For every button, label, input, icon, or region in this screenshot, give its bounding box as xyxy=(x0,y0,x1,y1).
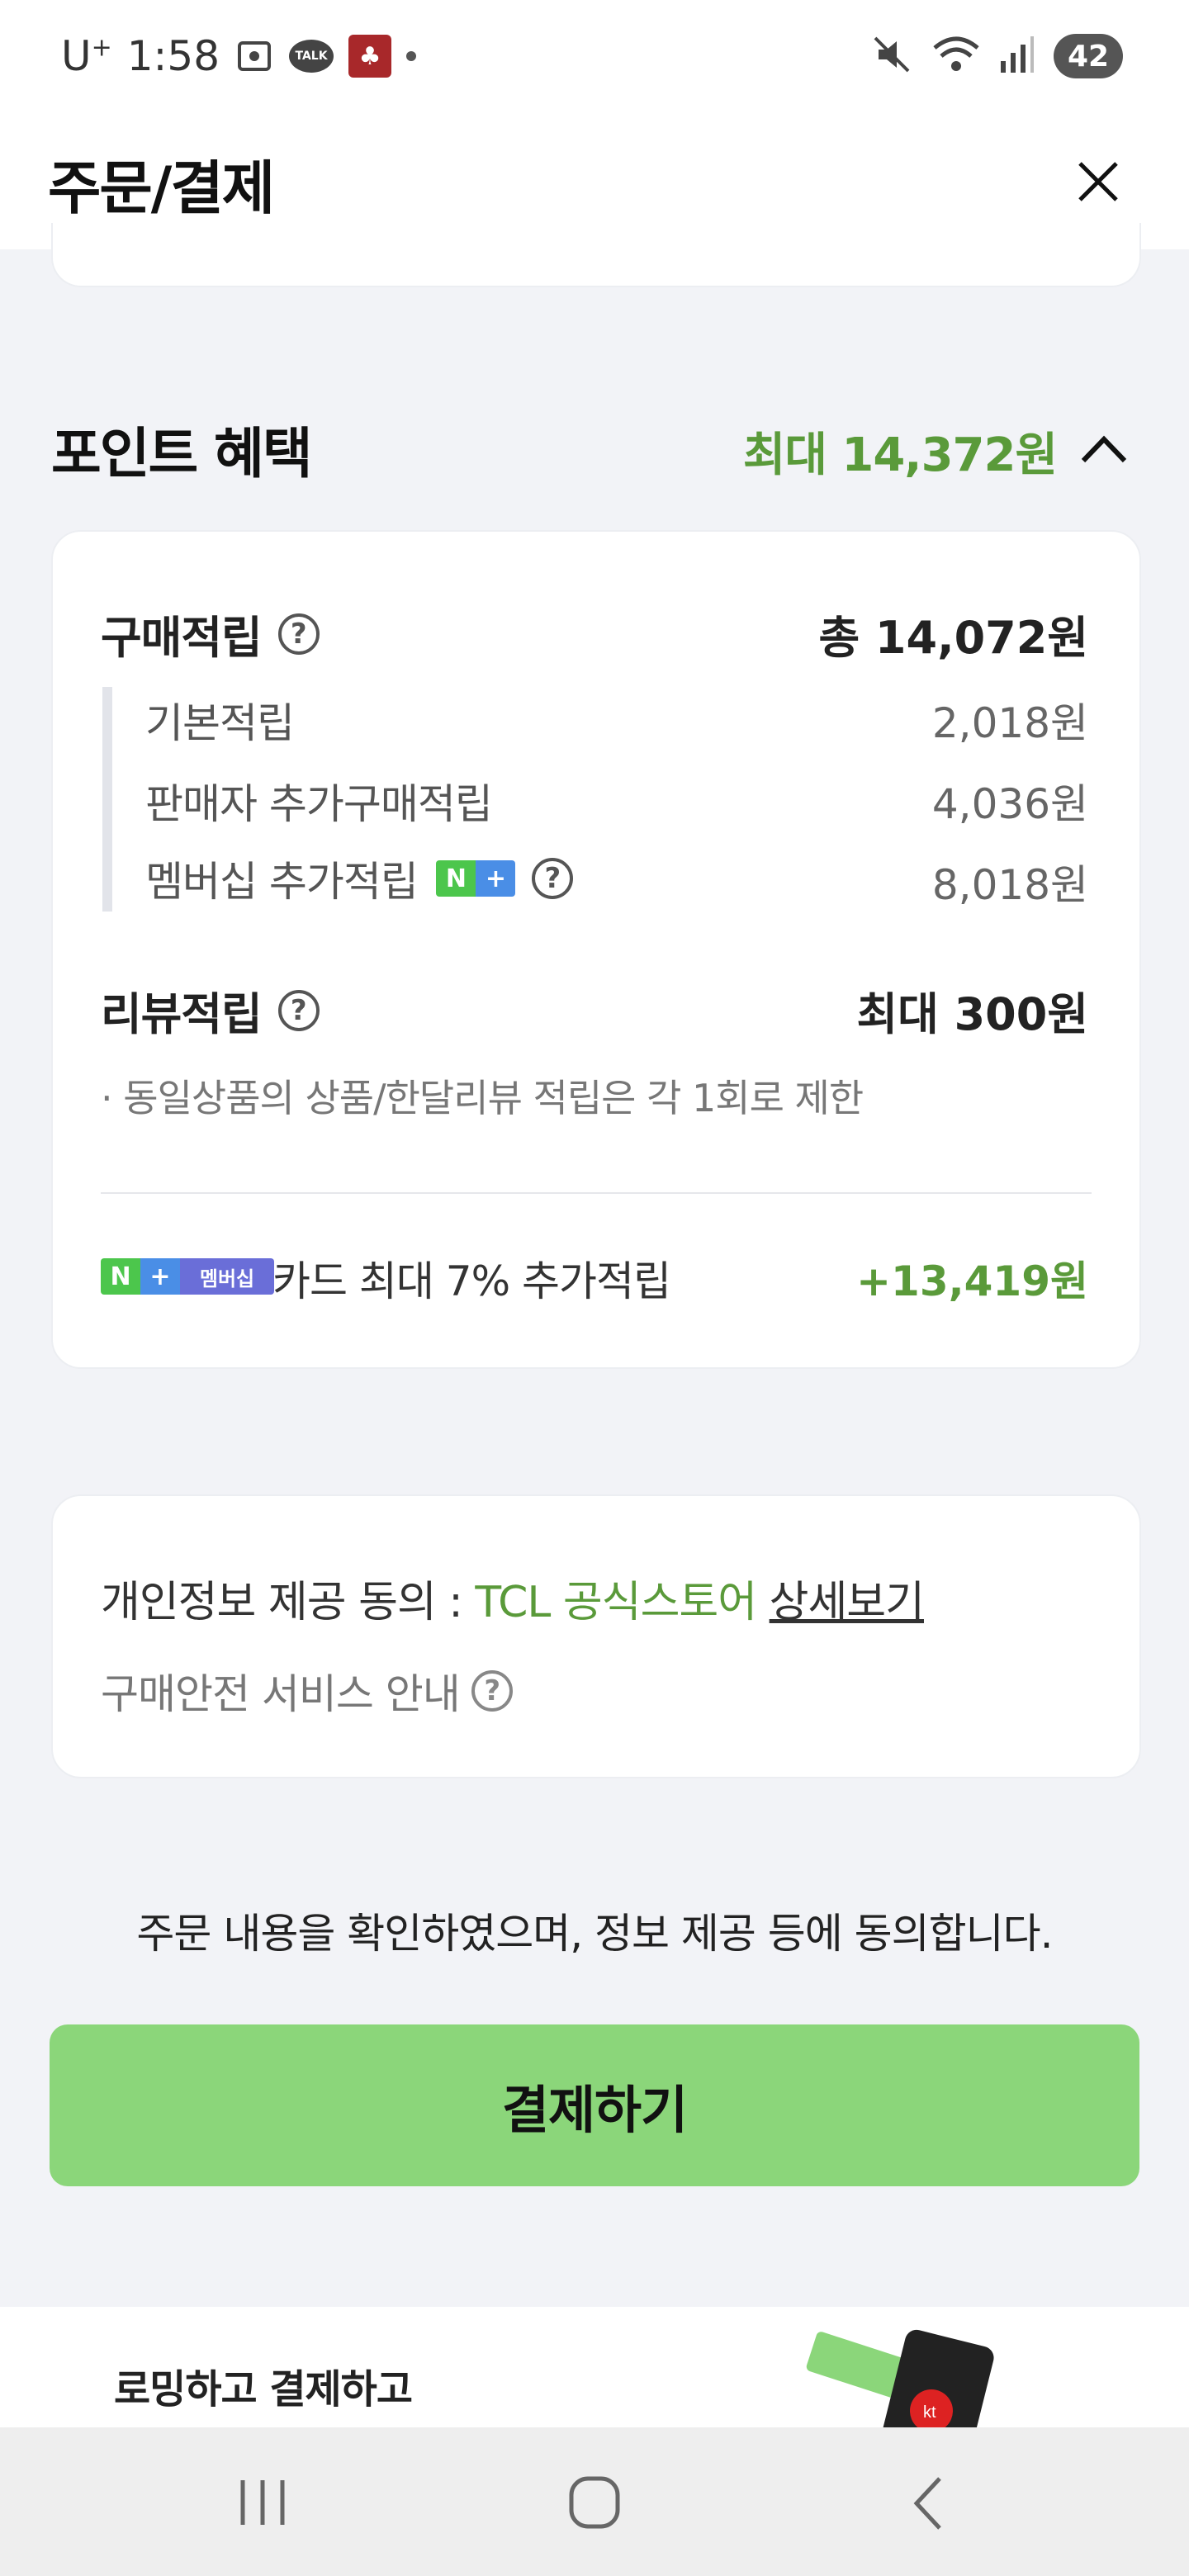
status-bar: U+ 1:58 TALK ♣ 42 xyxy=(0,0,1189,112)
wifi-icon xyxy=(931,33,981,79)
collapse-points-button[interactable] xyxy=(1075,428,1133,469)
signal-icon xyxy=(999,33,1035,79)
page-title: 주문/결제 xyxy=(48,154,275,222)
membership-help-icon[interactable]: ? xyxy=(531,858,573,899)
nplus-membership-badge-box: N + 멤버십 xyxy=(101,1258,274,1295)
home-icon xyxy=(569,2476,620,2529)
badge-plus: + xyxy=(140,1258,180,1295)
card-bonus-value: +13,419원 xyxy=(856,1257,1088,1305)
membership-points-label: 멤버십 추가적립 xyxy=(145,858,419,906)
review-help-icon[interactable]: ? xyxy=(277,989,320,1031)
privacy-detail-link[interactable]: 상세보기 xyxy=(770,1578,925,1627)
recent-apps-button[interactable] xyxy=(221,2470,304,2536)
kakaotalk-icon: TALK xyxy=(289,40,334,73)
status-right: 42 xyxy=(870,30,1123,83)
n-badge-letter: N xyxy=(435,860,476,897)
review-points-label: 리뷰적립 xyxy=(101,988,263,1040)
privacy-prefix: 개인정보 제공 동의 : xyxy=(101,1578,476,1627)
promo-banner[interactable]: 로밍하고 결제하고 kt xyxy=(0,2307,1189,2427)
safe-service-help-icon[interactable]: ? xyxy=(471,1670,513,1712)
recent-apps-icon xyxy=(240,2480,285,2525)
divider xyxy=(101,1192,1092,1194)
badge-member: 멤버십 xyxy=(180,1258,274,1295)
purchase-points-row: 구매적립 ? xyxy=(101,601,320,666)
screenshot-icon xyxy=(234,36,274,76)
phone-card-illustration-icon: kt xyxy=(806,2329,994,2427)
plus-badge-letter: + xyxy=(475,860,515,897)
badge-n: N xyxy=(101,1258,140,1295)
points-card: 구매적립 ? 총 14,072원 기본적립 2,018원 판매자 추가구매적립 … xyxy=(51,530,1141,1369)
review-points-row: 리뷰적립 ? xyxy=(101,978,320,1043)
membership-points-row: 멤버십 추가적립 N + ? xyxy=(145,849,573,908)
privacy-card: 개인정보 제공 동의 : TCL 공식스토어 상세보기 구매안전 서비스 안내 … xyxy=(51,1494,1141,1778)
purchase-points-total: 총 14,072원 xyxy=(818,612,1088,664)
notification-dot-icon xyxy=(406,51,417,61)
banner-text: 로밍하고 결제하고 xyxy=(114,2366,413,2413)
safe-service-row[interactable]: 구매안전 서비스 안내 ? xyxy=(101,1661,513,1721)
purchase-points-label: 구매적립 xyxy=(101,612,263,664)
home-button[interactable] xyxy=(553,2470,636,2536)
seller-points-value: 4,036원 xyxy=(931,780,1088,828)
basic-points-value: 2,018원 xyxy=(931,699,1088,747)
review-note: · 동일상품의 상품/한달리뷰 적립은 각 1회로 제한 xyxy=(101,1076,864,1120)
privacy-consent-line: 개인정보 제공 동의 : TCL 공식스토어 상세보기 xyxy=(101,1567,925,1629)
close-icon xyxy=(1078,162,1118,201)
mute-icon xyxy=(870,33,913,79)
status-time: 1:58 xyxy=(126,32,220,80)
pay-button[interactable]: 결제하기 xyxy=(50,2024,1139,2186)
safe-service-label: 구매안전 서비스 안내 xyxy=(101,1670,461,1718)
chevron-up-icon xyxy=(1081,435,1127,463)
membership-points-value: 8,018원 xyxy=(931,861,1088,909)
carrier-label: U+ xyxy=(61,32,112,80)
back-icon xyxy=(913,2477,941,2530)
sub-items-bar xyxy=(102,687,112,912)
close-button[interactable] xyxy=(1065,149,1131,215)
points-section-title: 포인트 혜택 xyxy=(51,422,313,485)
privacy-store-name: TCL 공식스토어 xyxy=(475,1578,757,1627)
purchase-help-icon[interactable]: ? xyxy=(277,613,320,655)
nplus-badge: N + xyxy=(435,860,515,897)
previous-card-bottom xyxy=(51,223,1141,287)
nplus-membership-badge: N + 멤버십 xyxy=(101,1258,274,1295)
status-left: U+ 1:58 TALK ♣ xyxy=(61,30,417,83)
review-points-value: 최대 300원 xyxy=(856,988,1088,1040)
card-bonus-label: 카드 최대 7% 추가적립 xyxy=(272,1257,671,1305)
agreement-text: 주문 내용을 확인하였으며, 정보 제공 등에 동의합니다. xyxy=(136,1910,1053,1958)
cherry-app-icon: ♣ xyxy=(348,35,392,78)
svg-text:kt: kt xyxy=(923,2403,936,2422)
points-section-max: 최대 14,372원 xyxy=(742,429,1058,482)
system-nav-bar xyxy=(0,2427,1189,2576)
seller-points-label: 판매자 추가구매적립 xyxy=(145,780,493,828)
back-button[interactable] xyxy=(887,2470,969,2536)
basic-points-label: 기본적립 xyxy=(145,699,295,747)
battery-icon: 42 xyxy=(1054,34,1123,78)
